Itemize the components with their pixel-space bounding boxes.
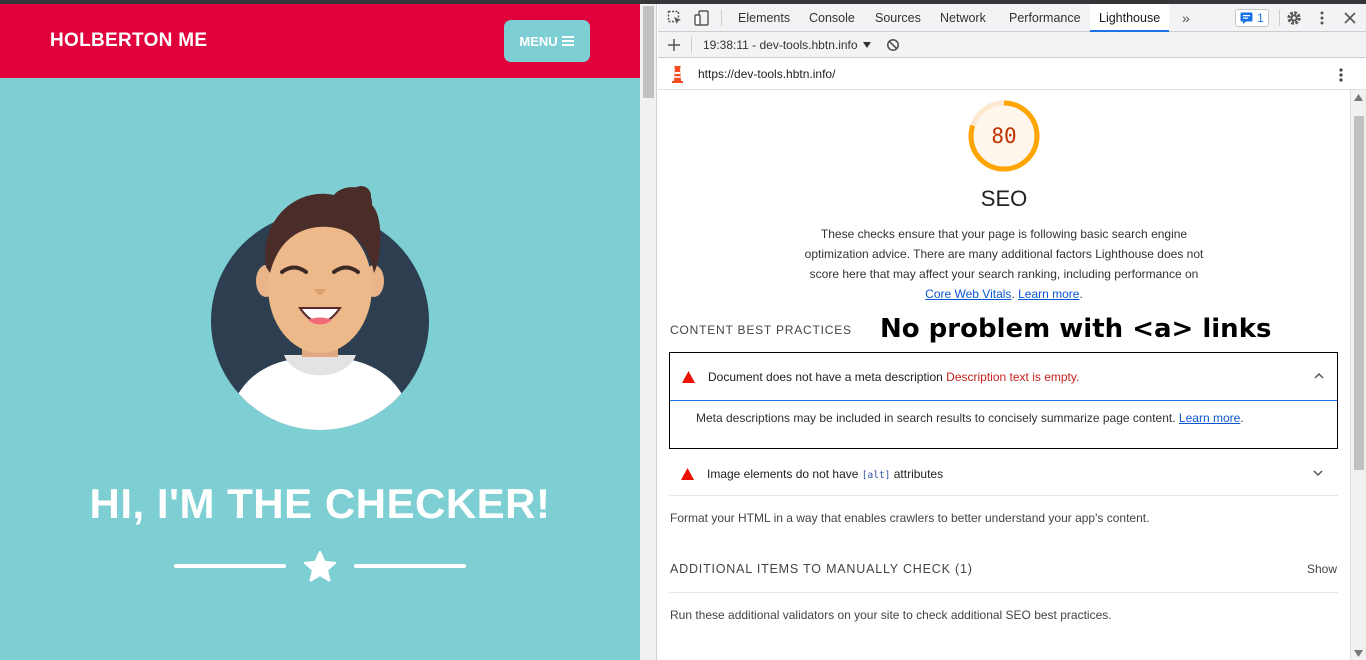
- tab-console[interactable]: Console: [800, 4, 864, 32]
- manual-checks-show-button[interactable]: Show: [1307, 562, 1337, 576]
- audit-alt-title-after: attributes: [893, 467, 944, 481]
- category-description: These checks ensure that your page is fo…: [804, 227, 1204, 301]
- audit-description: Meta descriptions may be included in sea…: [696, 411, 1244, 425]
- section-divider: [669, 592, 1338, 593]
- category-description-text: These checks ensure that your page is fo…: [804, 227, 1204, 281]
- dropdown-caret-icon[interactable]: [863, 42, 871, 48]
- group-title: CONTENT BEST PRACTICES: [670, 323, 852, 337]
- star-divider: [174, 547, 466, 587]
- issues-count: 1: [1257, 11, 1264, 25]
- hero-title: HI, I'M THE CHECKER!: [89, 480, 551, 527]
- seo-score-value: 80: [991, 124, 1016, 148]
- audit-image-alt[interactable]: Image elements do not have [alt] attribu…: [669, 450, 1338, 496]
- more-tabs-icon[interactable]: »: [1173, 4, 1199, 32]
- hamburger-icon: [561, 36, 574, 46]
- audit-title: Document does not have a meta descriptio…: [708, 370, 1079, 384]
- core-web-vitals-link[interactable]: Core Web Vitals: [925, 287, 1011, 301]
- site-header: HOLBERTON ME MENU: [0, 4, 640, 78]
- report-scrollbar-thumb[interactable]: [1354, 116, 1364, 470]
- audit-learn-more-link[interactable]: Learn more: [1179, 411, 1240, 425]
- report-scrollbar[interactable]: [1350, 90, 1366, 660]
- tab-network[interactable]: Network: [931, 4, 995, 32]
- issues-badge[interactable]: 1: [1235, 9, 1269, 27]
- close-devtools-icon[interactable]: [1341, 9, 1359, 27]
- report-url-bar: https://dev-tools.hbtn.info/: [658, 58, 1366, 90]
- page-scrollbar[interactable]: [640, 4, 657, 660]
- category-title: SEO: [980, 186, 1028, 211]
- audit-meta-title: Document does not have a meta descriptio…: [708, 370, 943, 384]
- star-icon: [303, 550, 337, 582]
- group-description: Format your HTML in a way that enables c…: [670, 511, 1150, 525]
- audit-title: Image elements do not have [alt] attribu…: [707, 467, 943, 481]
- audit-alt-code: [alt]: [861, 470, 891, 481]
- more-options-icon[interactable]: [1313, 9, 1331, 27]
- chevron-down-icon[interactable]: [1311, 466, 1325, 480]
- settings-gear-icon[interactable]: [1285, 9, 1303, 27]
- devtools-panel: Elements Console Sources Network Perform…: [658, 4, 1366, 660]
- report-url[interactable]: https://dev-tools.hbtn.info/: [698, 67, 835, 81]
- tab-performance[interactable]: Performance: [1000, 4, 1090, 32]
- devtools-tabbar: Elements Console Sources Network Perform…: [658, 4, 1366, 32]
- menu-button[interactable]: MENU: [504, 20, 590, 62]
- issues-icon: [1240, 12, 1253, 24]
- tab-sources[interactable]: Sources: [866, 4, 930, 32]
- manual-checks-title[interactable]: ADDITIONAL ITEMS TO MANUALLY CHECK (1): [670, 562, 973, 576]
- report-menu-icon[interactable]: [1334, 67, 1348, 83]
- inspect-element-icon[interactable]: [666, 9, 684, 27]
- device-toolbar-icon[interactable]: [693, 9, 711, 27]
- audit-meta-description: Document does not have a meta descriptio…: [669, 352, 1338, 449]
- lighthouse-logo-icon: [672, 66, 683, 83]
- tab-elements[interactable]: Elements: [729, 4, 799, 32]
- page-scrollbar-thumb[interactable]: [643, 6, 654, 98]
- toolbar-separator: [691, 37, 692, 53]
- learn-more-link[interactable]: Learn more: [1018, 287, 1079, 301]
- site-brand[interactable]: HOLBERTON ME: [50, 30, 207, 52]
- report-selector[interactable]: 19:38:11 - dev-tools.hbtn.info: [703, 38, 858, 52]
- new-report-plus-icon[interactable]: [667, 38, 681, 52]
- lighthouse-report: 80 SEO These checks ensure that your pag…: [658, 90, 1350, 660]
- menu-label: MENU: [519, 33, 558, 49]
- toolbar-separator: [721, 10, 722, 26]
- audit-description-text: Meta descriptions may be included in sea…: [696, 411, 1176, 425]
- audit-meta-header[interactable]: Document does not have a meta descriptio…: [670, 353, 1337, 401]
- scroll-up-arrow-icon[interactable]: [1354, 94, 1363, 101]
- fail-triangle-icon: [681, 468, 694, 480]
- scroll-down-arrow-icon[interactable]: [1354, 650, 1363, 657]
- annotation-note: No problem with <a> links: [880, 314, 1272, 344]
- audit-display-value: Description text is empty.: [946, 370, 1080, 384]
- manual-checks-description: Run these additional validators on your …: [670, 608, 1112, 622]
- seo-score-gauge: 80: [968, 100, 1040, 172]
- tab-lighthouse[interactable]: Lighthouse: [1090, 4, 1170, 32]
- fail-triangle-icon: [682, 371, 695, 383]
- divider-line-left: [174, 564, 286, 568]
- toolbar-separator: [1279, 10, 1280, 26]
- website-viewport: HOLBERTON ME MENU HI, I'M THE CHECKER!: [0, 4, 640, 660]
- audit-alt-title-before: Image elements do not have: [707, 467, 859, 481]
- lighthouse-toolbar: 19:38:11 - dev-tools.hbtn.info: [658, 32, 1366, 58]
- divider-line-right: [354, 564, 466, 568]
- chevron-up-icon[interactable]: [1312, 369, 1326, 383]
- avatar-illustration: [211, 186, 429, 430]
- clear-reports-icon[interactable]: [886, 38, 900, 52]
